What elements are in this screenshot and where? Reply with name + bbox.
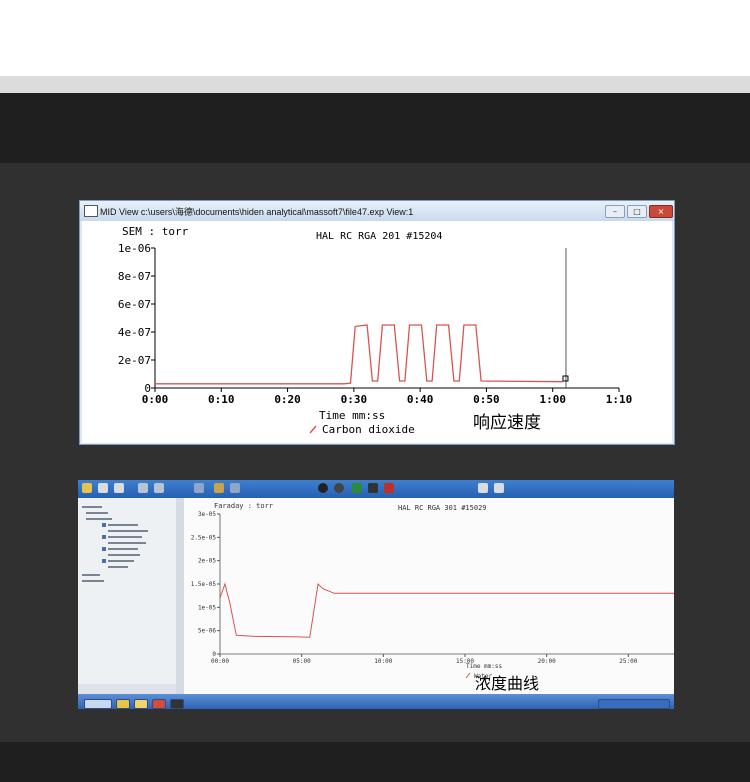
x-tick-label: 0:30: [341, 393, 368, 406]
y-tick-label: 3e-05: [198, 511, 216, 518]
app-icon: [84, 205, 98, 217]
y-tick-label: 1e-06: [118, 242, 151, 255]
start-icon[interactable]: [352, 483, 362, 493]
header-band: [0, 93, 750, 163]
scan-icon[interactable]: [214, 483, 224, 493]
abort-icon[interactable]: [384, 483, 394, 493]
x-tick-label: 0:40: [407, 393, 434, 406]
x-tick-label: 10:00: [374, 658, 392, 665]
co2-series-line: [155, 324, 563, 385]
system-tray[interactable]: [598, 699, 670, 709]
y-tick-label: 1.5e-05: [191, 581, 217, 588]
x-tick-label: 00:00: [211, 658, 229, 665]
legend-swatch: [309, 425, 317, 434]
minimize-button[interactable]: –: [605, 205, 625, 218]
folder-icon[interactable]: [134, 699, 148, 709]
footer-band: [0, 742, 750, 782]
x-tick-label: 05:00: [293, 658, 311, 665]
y-tick-label: 2e-07: [118, 354, 151, 367]
instrument-title: HAL RC RGA 201 #15204: [316, 231, 442, 242]
explorer-icon[interactable]: [116, 699, 130, 709]
y-tick-label: 1e-05: [198, 604, 216, 611]
chart-area: SEM : torr HAL RC RGA 201 #15204 0 2e-07 4…: [82, 221, 672, 443]
concentration-curve-caption: 浓度曲线: [475, 674, 539, 693]
legend-swatch: [465, 672, 471, 679]
co2-response-chart: SEM : torr HAL RC RGA 201 #15204 02e-074…: [118, 225, 633, 436]
window-titlebar[interactable]: MID View c:\users\海德\documents\hiden ana…: [80, 201, 674, 221]
legend-label: Carbon dioxide: [322, 423, 415, 436]
massoft-icon[interactable]: [170, 699, 184, 709]
instrument-title: HAL RC RGA 301 #15029: [398, 504, 487, 512]
zoom-out-icon[interactable]: [494, 483, 504, 493]
x-tick-label: 1:10: [606, 393, 633, 406]
zoom-icon[interactable]: [478, 483, 488, 493]
x-tick-label: 0:20: [274, 393, 301, 406]
y-tick-label: 8e-07: [118, 270, 151, 283]
taskbar: [78, 694, 674, 709]
copy-icon[interactable]: [154, 483, 164, 493]
y-tick-label: 6e-07: [118, 298, 151, 311]
save-icon[interactable]: [98, 483, 108, 493]
window-title: MID View c:\users\海德\documents\hiden ana…: [100, 207, 414, 217]
y-tick-label: 4e-07: [118, 326, 151, 339]
y-tick-label: 2.5e-05: [191, 534, 217, 541]
tree-panel[interactable]: [78, 498, 177, 694]
app-icon[interactable]: [152, 699, 166, 709]
restore-button[interactable]: □: [627, 205, 647, 218]
x-tick-label: 0:10: [208, 393, 235, 406]
stop-icon[interactable]: [368, 483, 378, 493]
close-button[interactable]: ×: [649, 205, 673, 218]
page-top-area: [0, 0, 750, 76]
tool-icon[interactable]: [194, 483, 204, 493]
x-tick-label: 0:50: [473, 393, 500, 406]
toolbar: [78, 480, 674, 498]
mid-view-window: MID View c:\users\海德\documents\hiden ana…: [79, 200, 675, 445]
print-icon[interactable]: [114, 483, 124, 493]
detector-label: Faraday : torr: [214, 502, 273, 510]
x-axis-label: Time mm:ss: [319, 409, 385, 422]
x-tick-label: 25:00: [619, 658, 637, 665]
water-concentration-chart: Faraday : torr HAL RC RGA 301 #15029 0 5e…: [191, 502, 674, 693]
x-tick-label: 0:00: [142, 393, 169, 406]
detector-label: SEM : torr: [122, 225, 189, 238]
run-icon[interactable]: [318, 483, 328, 493]
x-axis-label: Time mm:ss: [466, 663, 503, 670]
y-tick-label: 5e-06: [198, 628, 216, 635]
settings-icon[interactable]: [230, 483, 240, 493]
panel-scrollbar[interactable]: [176, 498, 184, 694]
water-series-line: [219, 582, 674, 638]
x-tick-label: 1:00: [539, 393, 566, 406]
concentration-window: Faraday : torr HAL RC RGA 301 #15029 0 5e…: [78, 480, 674, 709]
pause-icon[interactable]: [334, 483, 344, 493]
start-button[interactable]: [84, 699, 112, 709]
y-tick-label: 2e-05: [198, 558, 216, 565]
page-divider: [0, 76, 750, 93]
tree-panel-contents: [78, 506, 176, 694]
response-speed-caption: 响应速度: [473, 413, 541, 433]
y-tick-label: 0: [212, 651, 216, 658]
x-tick-label: 20:00: [538, 658, 556, 665]
open-icon[interactable]: [82, 483, 92, 493]
cut-icon[interactable]: [138, 483, 148, 493]
